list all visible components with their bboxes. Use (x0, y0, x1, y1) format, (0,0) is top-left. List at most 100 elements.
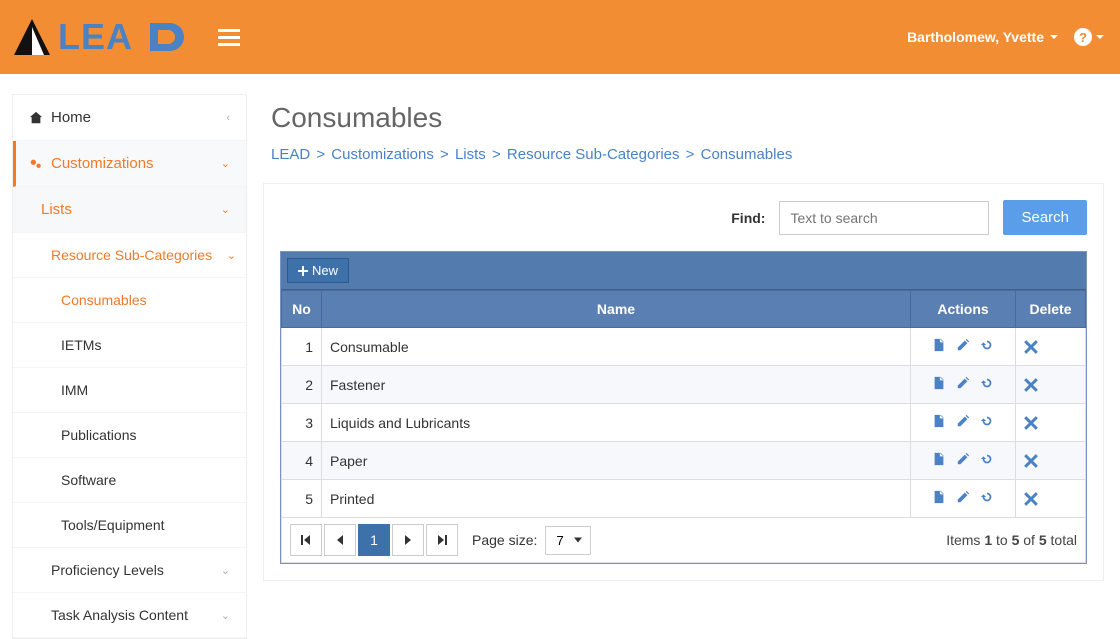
sidebar-item-label: Customizations (51, 155, 154, 172)
cell-delete (1016, 442, 1086, 480)
col-header-delete: Delete (1016, 291, 1086, 328)
logo[interactable]: LEA (0, 15, 208, 59)
prev-icon (336, 535, 344, 545)
pager-first-button[interactable] (290, 524, 322, 556)
view-action[interactable] (932, 338, 946, 352)
content-panel: Find: Search New No Name Act (263, 183, 1104, 581)
sidebar-item-task-analysis-content[interactable]: Task Analysis Content ⌄ (13, 593, 246, 638)
caret-down-icon (1096, 35, 1104, 39)
edit-action[interactable] (956, 490, 970, 504)
undo-icon (980, 452, 994, 466)
sidebar-item-lists[interactable]: Lists ⌄ (13, 187, 246, 233)
breadcrumb: LEAD > Customizations > Lists > Resource… (271, 146, 1104, 163)
page-size-select-input[interactable]: 7 (545, 526, 591, 555)
breadcrumb-item[interactable]: Lists (455, 146, 486, 163)
sidebar-item-ietms[interactable]: IETMs (13, 323, 246, 368)
edit-icon (956, 452, 970, 466)
new-button[interactable]: New (287, 258, 349, 283)
sidebar-item-label: Task Analysis Content (51, 607, 188, 623)
breadcrumb-item[interactable]: LEAD (271, 146, 310, 163)
table-row: 1Consumable (282, 328, 1086, 366)
table-row: 3Liquids and Lubricants (282, 404, 1086, 442)
history-action[interactable] (980, 490, 994, 504)
breadcrumb-item[interactable]: Consumables (701, 146, 793, 163)
undo-icon (980, 338, 994, 352)
pager-prev-button[interactable] (324, 524, 356, 556)
page-size-select[interactable]: 7 (545, 526, 591, 555)
table-row: 5Printed (282, 480, 1086, 518)
sidebar-item-label: Software (61, 472, 116, 488)
sidebar-item-label: Home (51, 109, 91, 126)
pager-last-button[interactable] (426, 524, 458, 556)
cell-actions (911, 366, 1016, 404)
sidebar-item-software[interactable]: Software (13, 458, 246, 503)
view-action[interactable] (932, 376, 946, 390)
chevron-down-icon: ⌄ (221, 609, 230, 622)
delete-button[interactable] (1024, 454, 1077, 468)
pager-page-button[interactable]: 1 (358, 524, 390, 556)
delete-button[interactable] (1024, 378, 1077, 392)
sidebar-item-customizations[interactable]: Customizations ⌄ (13, 141, 246, 187)
file-icon (932, 376, 946, 390)
cell-no: 4 (282, 442, 322, 480)
triangle-logo-icon (10, 15, 54, 59)
pager: 1 Page size: 7 Items 1 to 5 of 5 total (281, 518, 1086, 563)
breadcrumb-item[interactable]: Resource Sub-Categories (507, 146, 680, 163)
sidebar-item-label: Publications (61, 427, 137, 443)
search-button[interactable]: Search (1003, 200, 1087, 235)
cell-name: Fastener (322, 366, 911, 404)
edit-icon (956, 414, 970, 428)
edit-action[interactable] (956, 338, 970, 352)
plus-icon (298, 266, 308, 276)
user-name-label: Bartholomew, Yvette (907, 29, 1044, 45)
table-row: 4Paper (282, 442, 1086, 480)
find-label: Find: (731, 210, 765, 226)
cell-name: Printed (322, 480, 911, 518)
history-action[interactable] (980, 338, 994, 352)
sidebar-item-label: Lists (41, 201, 72, 218)
help-menu[interactable]: ? (1074, 28, 1104, 46)
sidebar-item-resource-sub-categories[interactable]: Resource Sub-Categories ⌄ (13, 233, 246, 278)
sidebar-item-consumables[interactable]: Consumables (13, 278, 246, 323)
user-menu[interactable]: Bartholomew, Yvette (907, 29, 1074, 45)
cell-actions (911, 404, 1016, 442)
col-header-name[interactable]: Name (322, 291, 911, 328)
delete-button[interactable] (1024, 340, 1077, 354)
first-icon (301, 535, 311, 545)
help-icon: ? (1074, 28, 1092, 46)
delete-button[interactable] (1024, 416, 1077, 430)
delete-button[interactable] (1024, 492, 1077, 506)
cell-delete (1016, 480, 1086, 518)
history-action[interactable] (980, 414, 994, 428)
breadcrumb-item[interactable]: Customizations (331, 146, 434, 163)
edit-action[interactable] (956, 452, 970, 466)
cell-delete (1016, 328, 1086, 366)
view-action[interactable] (932, 490, 946, 504)
cell-name: Paper (322, 442, 911, 480)
menu-toggle-icon[interactable] (208, 25, 250, 50)
edit-icon (956, 490, 970, 504)
file-icon (932, 452, 946, 466)
history-action[interactable] (980, 376, 994, 390)
sidebar-item-imm[interactable]: IMM (13, 368, 246, 413)
chevron-down-icon: ⌄ (221, 564, 230, 577)
file-icon (932, 338, 946, 352)
history-action[interactable] (980, 452, 994, 466)
view-action[interactable] (932, 452, 946, 466)
last-icon (437, 535, 447, 545)
cell-actions (911, 328, 1016, 366)
edit-icon (956, 338, 970, 352)
chevron-down-icon: ⌄ (221, 157, 230, 170)
edit-action[interactable] (956, 376, 970, 390)
sidebar-item-home[interactable]: Home ‹ (13, 95, 246, 141)
caret-down-icon (1050, 35, 1058, 39)
sidebar-item-proficiency-levels[interactable]: Proficiency Levels ⌄ (13, 548, 246, 593)
col-header-no[interactable]: No (282, 291, 322, 328)
sidebar-item-publications[interactable]: Publications (13, 413, 246, 458)
pager-next-button[interactable] (392, 524, 424, 556)
chevron-down-icon: ⌄ (227, 249, 236, 262)
view-action[interactable] (932, 414, 946, 428)
search-input[interactable] (779, 201, 989, 235)
edit-action[interactable] (956, 414, 970, 428)
sidebar-item-tools-equipment[interactable]: Tools/Equipment (13, 503, 246, 548)
